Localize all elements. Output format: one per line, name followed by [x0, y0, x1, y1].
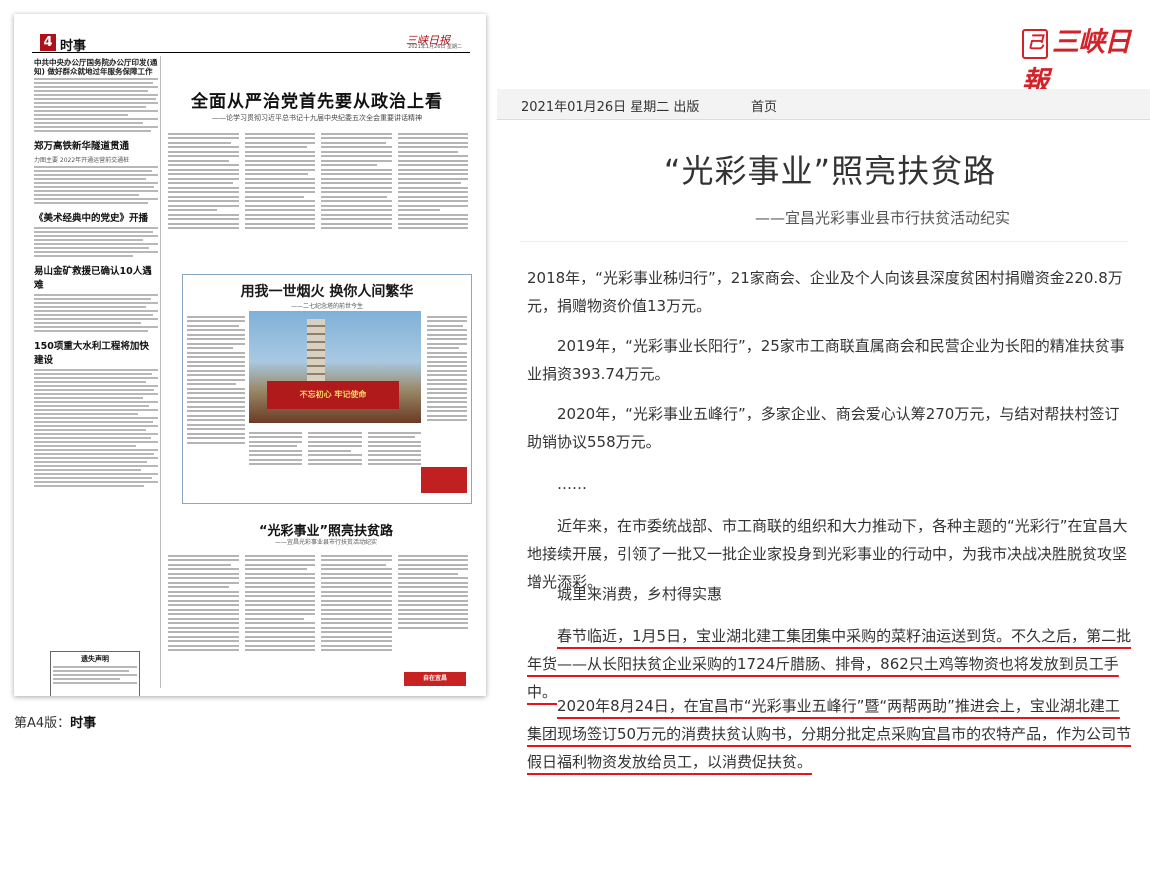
- highlighted-text: 春节临近，1月5日，宝业湖北建工集团集中采购的菜籽油运送到货。不久之后，第二批年…: [527, 627, 1132, 701]
- pagoda-story-subheadline: ——二七纪念塔的前世今生: [290, 303, 363, 310]
- story-emblem: [421, 467, 467, 493]
- text-lines: [34, 294, 158, 333]
- brief-headline[interactable]: 易山金矿救援已确认10人遇难: [34, 263, 158, 291]
- pagoda-photo: 不忘初心 牢记使命: [249, 311, 421, 423]
- site-logo[interactable]: 己三峡日報: [1022, 20, 1150, 98]
- story-text-right: [427, 313, 467, 463]
- article-paragraph: 2018年，“光彩事业秭归行”，21家商会、企业及个人向该县深度贫困村捐赠资金2…: [527, 269, 1123, 315]
- ad-box: 自在宜昌: [404, 672, 466, 686]
- page-number: 4: [40, 34, 56, 51]
- story-text-bottom: [249, 429, 421, 495]
- page-header: 4 时事 三峡日报 2021年1月26日 星期二: [32, 34, 470, 54]
- date-bar: 2021年01月26日 星期二 出版 首页: [497, 89, 1150, 120]
- article-subtitle: ——宜昌光彩事业县市行扶贫活动纪实: [755, 209, 1011, 227]
- text-lines: [34, 227, 158, 258]
- article-paragraph: ……: [557, 475, 587, 493]
- text-lines: [34, 78, 158, 133]
- photo-banner-text: 不忘初心 牢记使命: [299, 390, 367, 399]
- article-subheading: 城里来消费，乡村得实惠: [557, 585, 723, 603]
- main-article-text: [168, 130, 468, 268]
- text-lines: [53, 666, 137, 684]
- pagoda-story-box[interactable]: 用我一世烟火 换你人间繁华 ——二七纪念塔的前世今生 不忘初心 牢记使命: [182, 274, 472, 504]
- article-paragraph: 2019年，“光彩事业长阳行”，25家市工商联直属商会和民营企业为长阳的精准扶贫…: [527, 337, 1125, 383]
- main-subheadline: ——论学习贯彻习近平总书记十九届中央纪委五次全会重要讲话精神: [212, 114, 422, 122]
- page-caption: 第A4版：时事: [14, 712, 96, 731]
- lost-notice-title: 遗失声明: [81, 655, 109, 663]
- divider: [520, 241, 1128, 242]
- page-section-name: 时事: [60, 39, 87, 54]
- lost-notice-box: 遗失声明: [50, 651, 140, 696]
- pagoda-story-headline: 用我一世烟火 换你人间繁华: [240, 284, 414, 300]
- brief-headline[interactable]: 150项重大水利工程将加快建设: [34, 338, 158, 366]
- ad-text: 自在宜昌: [422, 675, 447, 682]
- article-title: “光彩事业”照亮扶贫路: [663, 152, 997, 190]
- brief-headline[interactable]: 郑万高铁新华隧道贯通: [34, 138, 158, 152]
- story-text-left: [187, 313, 245, 493]
- main-headline[interactable]: 全面从严治党首先要从政治上看: [164, 87, 470, 112]
- page-caption-name[interactable]: 时事: [70, 716, 96, 731]
- second-story-subheadline: ——宜昌光彩事业县市行扶贫活动纪实: [274, 539, 377, 546]
- article-paragraph: 2020年，“光彩事业五峰行”，多家企业、商会爱心认筹270万元，与结对帮扶村签…: [527, 405, 1120, 451]
- brief-headline[interactable]: 《美术经典中的党史》开播: [34, 210, 158, 224]
- highlighted-text: 2020年8月24日，在宜昌市“光彩事业五峰行”暨“两帮两助”推进会上，宝业湖北…: [527, 697, 1132, 771]
- brief-headline[interactable]: 中共中央办公厅国务院办公厅印发(通知) 做好群众就地过年服务保障工作: [34, 58, 158, 76]
- newspaper-page: 4 时事 三峡日报 2021年1月26日 星期二 中共中央办公厅国务院办公厅印发…: [32, 34, 472, 696]
- article-paragraph-highlighted: 2020年8月24日，在宜昌市“光彩事业五峰行”暨“两帮两助”推进会上，宝业湖北…: [527, 692, 1133, 776]
- brief-subheadline: 力图主要 2022年开通运营前交通桩: [34, 157, 130, 165]
- page-left-column: 中共中央办公厅国务院办公厅印发(通知) 做好群众就地过年服务保障工作 郑万高铁新…: [32, 56, 161, 696]
- photo-banner: 不忘初心 牢记使命: [267, 381, 399, 409]
- home-link[interactable]: 首页: [751, 96, 777, 115]
- newspaper-page-thumbnail[interactable]: 4 时事 三峡日报 2021年1月26日 星期二 中共中央办公厅国务院办公厅印发…: [14, 14, 486, 696]
- issue-date: 2021年01月26日 星期二 出版: [521, 100, 700, 115]
- page-main-area: 全面从严治党首先要从政治上看 ——论学习贯彻习近平总书记十九届中央纪委五次全会重…: [164, 56, 472, 688]
- text-lines: [34, 166, 158, 205]
- second-story-text: [168, 552, 468, 686]
- page-caption-prefix: 第A4版：: [14, 716, 71, 731]
- page-header-date: 2021年1月26日 星期二: [408, 44, 462, 50]
- logo-seal-icon: 己: [1022, 29, 1048, 59]
- text-lines: [34, 369, 158, 488]
